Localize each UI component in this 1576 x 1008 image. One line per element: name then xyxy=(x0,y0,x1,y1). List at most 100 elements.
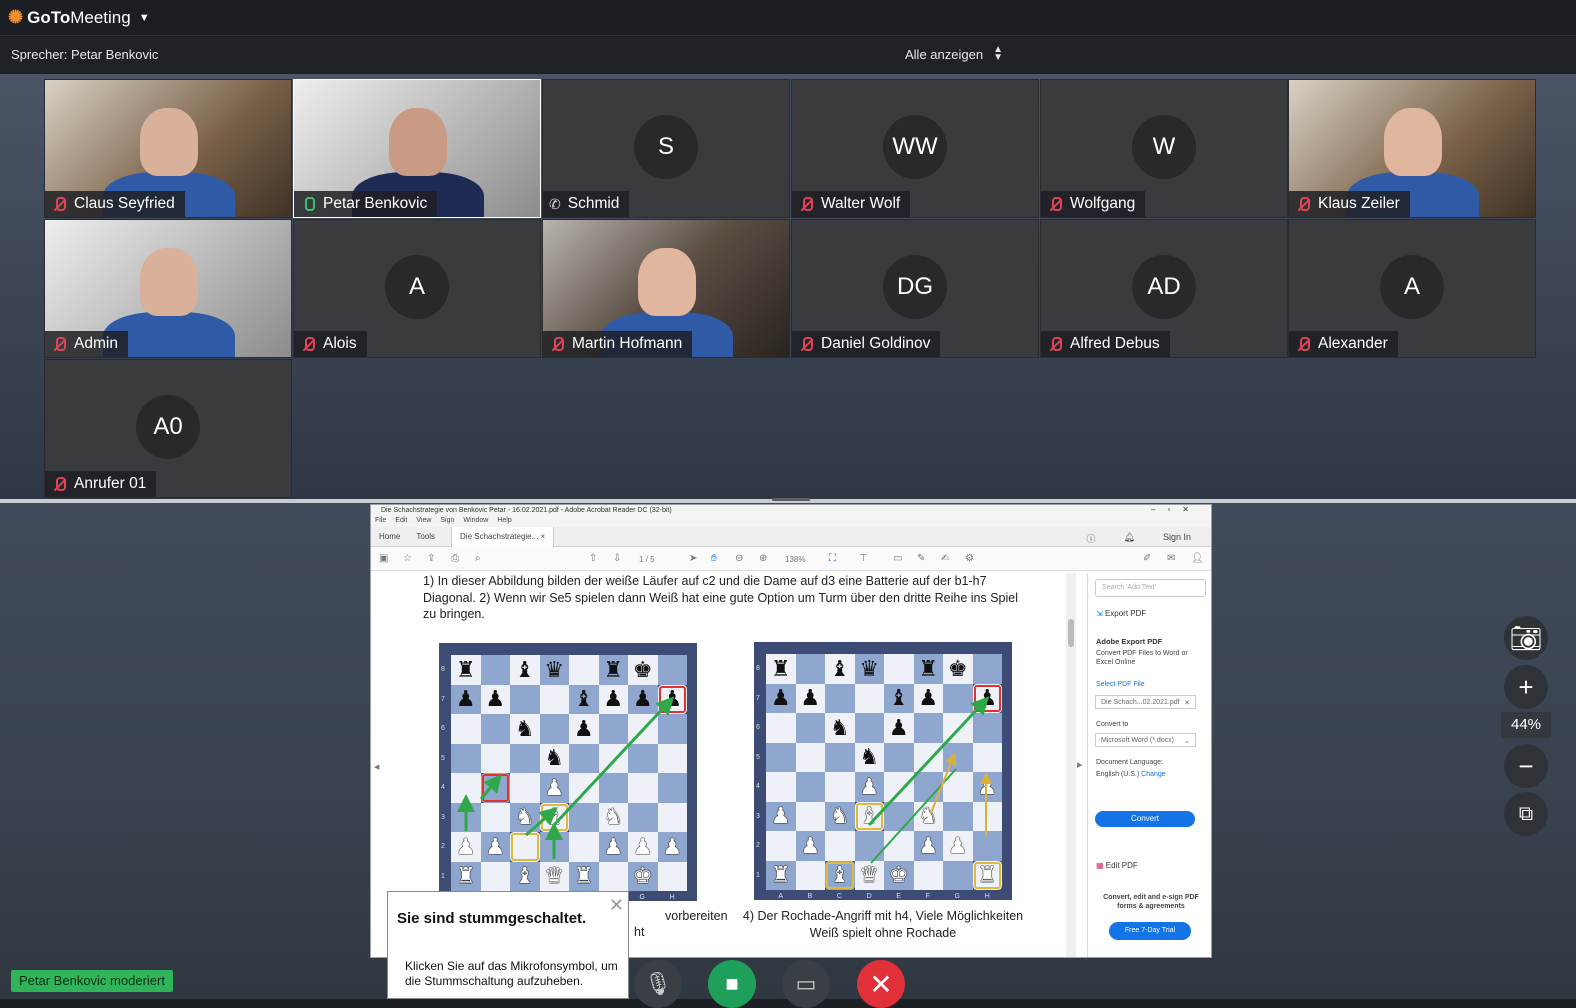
add-user-icon[interactable]: 👤︎ xyxy=(1191,553,1204,564)
participant-tile[interactable]: S ✆ Schmid xyxy=(542,79,790,218)
tab-home[interactable]: Home xyxy=(371,532,408,541)
tab-document[interactable]: Die Schachstrategie... × xyxy=(451,526,555,547)
end-call-button[interactable]: ✕ xyxy=(857,960,905,1008)
participant-tile[interactable]: W Wolfgang xyxy=(1040,79,1288,218)
camera-button[interactable]: ■ xyxy=(708,960,756,1008)
arrow-right-yellow-1 xyxy=(930,752,957,814)
participant-tile[interactable]: AD Alfred Debus xyxy=(1040,219,1288,358)
participant-name-bar: Daniel Goldinov xyxy=(792,331,941,357)
right-pane-toggle-icon[interactable]: ▶ xyxy=(1077,761,1082,769)
camera-snapshot-icon[interactable]: 📷︎ xyxy=(1504,616,1548,660)
clear-file-icon[interactable]: ✕ xyxy=(1184,699,1190,707)
comment-icon[interactable]: ▭ xyxy=(893,553,902,564)
share-icon[interactable]: ⇪ xyxy=(427,553,435,564)
app-name: GoTo xyxy=(27,7,71,27)
menu-item-file[interactable]: File xyxy=(375,517,386,527)
menu-item-edit[interactable]: Edit xyxy=(395,517,407,527)
pdf-scrollbar[interactable] xyxy=(1066,573,1076,957)
arrow-bishop-diagonal xyxy=(552,696,675,827)
page-up-icon[interactable]: ⇧ xyxy=(589,553,597,564)
export-pdf-header[interactable]: ⇲ Export PDF xyxy=(1096,609,1146,618)
participant-tile[interactable]: A Alexander xyxy=(1288,219,1536,358)
menu-item-help[interactable]: Help xyxy=(497,517,511,527)
highlight-icon[interactable]: ✎ xyxy=(917,553,925,564)
chevron-down-icon: ▼ xyxy=(138,11,150,24)
fit-page-icon[interactable]: ⛶ xyxy=(829,553,836,564)
app-name-light: Meeting xyxy=(70,7,131,27)
screen-share-button[interactable]: ▭ xyxy=(782,960,830,1008)
participant-tile[interactable]: A0 Anrufer 01 xyxy=(44,359,292,498)
participant-tile[interactable]: Petar Benkovic xyxy=(293,79,541,218)
menu-item-window[interactable]: Window xyxy=(463,517,488,527)
free-trial-button[interactable]: Free 7-Day Trial xyxy=(1109,922,1191,940)
stamp-icon[interactable]: ⚙︎ xyxy=(965,553,974,564)
tools-search-input[interactable]: Search 'Add Text' xyxy=(1095,579,1206,597)
participant-tile[interactable]: Klaus Zeiler xyxy=(1288,79,1536,218)
view-mode-selector[interactable]: Alle anzeigen ▲ ▼ xyxy=(905,45,1003,63)
scroll-mode-icon[interactable]: ⊤ xyxy=(859,553,868,564)
app-menu-button[interactable]: ✺ GoTo Meeting ▼ xyxy=(8,7,150,28)
tab-tools[interactable]: Tools xyxy=(408,532,443,541)
participant-name: Alois xyxy=(323,335,357,352)
fill-sign-icon[interactable]: ✐ xyxy=(1143,553,1151,564)
participant-tile[interactable]: Claus Seyfried xyxy=(44,79,292,218)
phone-icon: ✆ xyxy=(549,195,561,212)
tools-pane: Search 'Add Text' ⇲ Export PDF Adobe Exp… xyxy=(1087,573,1211,957)
convert-button[interactable]: Convert xyxy=(1095,811,1195,827)
participant-name-bar: Walter Wolf xyxy=(792,191,911,217)
participant-tile[interactable]: WW Walter Wolf xyxy=(791,79,1039,218)
sign-in-link[interactable]: Sign In xyxy=(1155,532,1199,545)
star-icon[interactable]: ☆ xyxy=(403,553,412,564)
select-cursor-icon[interactable]: ➤ xyxy=(689,553,697,564)
scrollbar-thumb[interactable] xyxy=(1068,619,1074,647)
gotomeeting-logo-icon: ✺ xyxy=(8,7,24,27)
close-icon[interactable]: ✕ xyxy=(609,895,624,916)
bell-icon[interactable]: 🔔︎ xyxy=(1116,532,1143,545)
view-mode-label: Alle anzeigen xyxy=(905,46,984,62)
participant-tile[interactable]: DG Daniel Goldinov xyxy=(791,219,1039,358)
participant-tile[interactable]: A Alois xyxy=(293,219,541,358)
participant-name-bar: Admin xyxy=(45,331,128,357)
participant-grid: Claus Seyfried Petar Benkovic S ✆ Schmid WW Wa… xyxy=(0,74,1576,501)
edit-pdf-label: Edit PDF xyxy=(1105,861,1138,870)
save-icon[interactable]: ▣ xyxy=(379,553,388,564)
print-icon[interactable]: ⎙ xyxy=(451,553,459,564)
select-pdf-link[interactable]: Select PDF File xyxy=(1096,681,1145,688)
participant-tile[interactable]: Martin Hofmann xyxy=(542,219,790,358)
arrow-left-3 xyxy=(525,807,558,837)
selected-file-field[interactable]: Die Schach...02.2021.pdf ✕ xyxy=(1095,695,1196,709)
menu-item-sign[interactable]: Sign xyxy=(440,517,454,527)
adobe-export-title: Adobe Export PDF xyxy=(1096,637,1163,646)
zoom-level-dropdown[interactable]: 138% xyxy=(785,555,805,564)
current-speaker-label: Sprecher: Petar Benkovic xyxy=(11,47,159,62)
hand-tool-icon[interactable]: ✋︎ xyxy=(711,553,717,564)
microphone-muted-icon xyxy=(1047,196,1063,212)
zoom-out-icon[interactable]: ⊖ xyxy=(735,553,743,564)
participant-name: Schmid xyxy=(567,195,620,212)
shared-acrobat-window: Die Schachstrategie von Benkovic Petar -… xyxy=(370,504,1212,958)
participant-name-bar: Petar Benkovic xyxy=(294,191,438,217)
left-pane-toggle-icon[interactable]: ◀ xyxy=(374,763,379,771)
convert-to-label: Convert to xyxy=(1096,721,1129,728)
page-indicator[interactable]: 1 / 5 xyxy=(639,555,655,564)
change-language-link[interactable]: Change xyxy=(1141,771,1166,778)
splitter-handle[interactable] xyxy=(772,498,810,501)
mail-icon[interactable]: ✉ xyxy=(1167,553,1175,564)
pop-out-icon[interactable]: ⧉ xyxy=(1504,792,1548,836)
microphone-muted-icon xyxy=(798,196,814,212)
microphone-muted-button[interactable]: 🎙︎ xyxy=(634,960,682,1008)
menu-item-view[interactable]: View xyxy=(416,517,431,527)
zoom-in-icon[interactable]: ⊕ xyxy=(759,553,767,564)
sign-icon[interactable]: ✍︎ xyxy=(941,553,949,564)
zoom-search-icon[interactable]: ⌕ xyxy=(475,553,481,564)
page-down-icon[interactable]: ⇩ xyxy=(613,553,621,564)
export-pdf-label: Export PDF xyxy=(1104,609,1147,618)
microphone-muted-icon xyxy=(300,336,316,352)
participant-tile[interactable]: Admin xyxy=(44,219,292,358)
edit-pdf-tool[interactable]: ▦ Edit PDF xyxy=(1096,861,1138,870)
zoom-out-button[interactable]: − xyxy=(1504,744,1548,788)
participant-face xyxy=(140,248,198,316)
format-select[interactable]: Microsoft Word (*.docx) ⌄ xyxy=(1095,733,1196,747)
help-icon[interactable]: ⓘ xyxy=(1079,532,1104,545)
zoom-in-button[interactable]: + xyxy=(1504,665,1548,709)
